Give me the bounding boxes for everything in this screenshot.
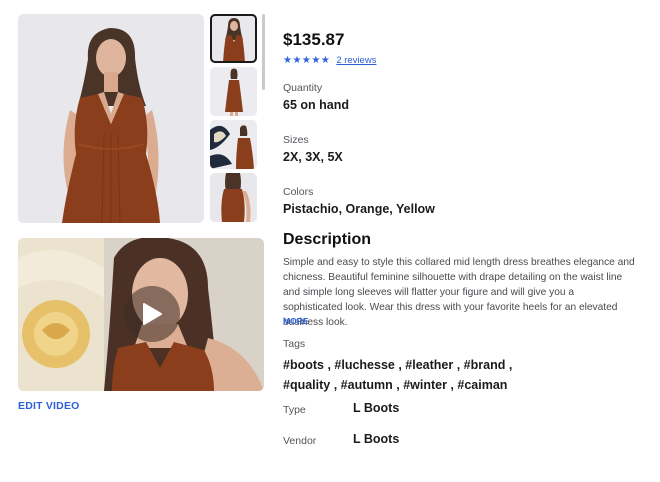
description-title: Description xyxy=(283,231,372,248)
thumbnail-1[interactable] xyxy=(210,14,257,63)
play-button[interactable] xyxy=(124,286,180,342)
tag-boots[interactable]: #boots xyxy=(283,358,324,372)
colors-label: Colors xyxy=(283,186,314,198)
thumbnail-image xyxy=(210,173,257,222)
colors-value: Pistachio, Orange, Yellow xyxy=(283,202,435,216)
edit-video-button[interactable]: EDIT VIDEO xyxy=(18,400,80,412)
rating-row: ★★★★★ 2 reviews xyxy=(283,55,376,66)
reviews-link[interactable]: 2 reviews xyxy=(336,55,376,66)
description-text: Simple and easy to style this collared m… xyxy=(283,257,635,328)
thumbnail-image xyxy=(210,14,257,63)
tags-list: #boots , #luchesse , #leather , #brand ,… xyxy=(283,358,513,392)
tag-luchesse[interactable]: #luchesse xyxy=(334,358,394,372)
tag-quality[interactable]: #quality xyxy=(283,378,330,392)
sizes-value: 2X, 3X, 5X xyxy=(283,150,343,164)
sizes-label: Sizes xyxy=(283,134,309,146)
more-link[interactable]: MORE xyxy=(283,316,309,326)
thumbnail-image xyxy=(210,67,257,116)
thumbnail-image xyxy=(210,120,257,169)
tag-winter[interactable]: #winter xyxy=(403,378,447,392)
vendor-value: L Boots xyxy=(353,432,400,446)
tag-leather[interactable]: #leather xyxy=(405,358,453,372)
thumbnail-scrollbar[interactable] xyxy=(262,14,265,90)
thumbnail-4[interactable] xyxy=(210,173,257,222)
model-in-dress-image xyxy=(18,14,204,223)
type-value: L Boots xyxy=(353,401,400,415)
quantity-label: Quantity xyxy=(283,82,323,94)
star-rating-icon: ★★★★★ xyxy=(283,55,331,66)
tag-caiman[interactable]: #caiman xyxy=(457,378,507,392)
thumbnail-2[interactable] xyxy=(210,67,257,116)
tag-brand[interactable]: #brand xyxy=(464,358,506,372)
tags-label: Tags xyxy=(283,338,306,350)
product-price: $135.87 xyxy=(283,30,345,49)
vendor-label: Vendor xyxy=(283,435,317,447)
play-icon xyxy=(143,303,162,325)
thumbnail-list xyxy=(210,14,258,226)
main-product-photo[interactable] xyxy=(18,14,204,223)
tag-autumn[interactable]: #autumn xyxy=(341,378,393,392)
type-label: Type xyxy=(283,404,306,416)
quantity-value: 65 on hand xyxy=(283,98,349,112)
thumbnail-3[interactable] xyxy=(210,120,257,169)
